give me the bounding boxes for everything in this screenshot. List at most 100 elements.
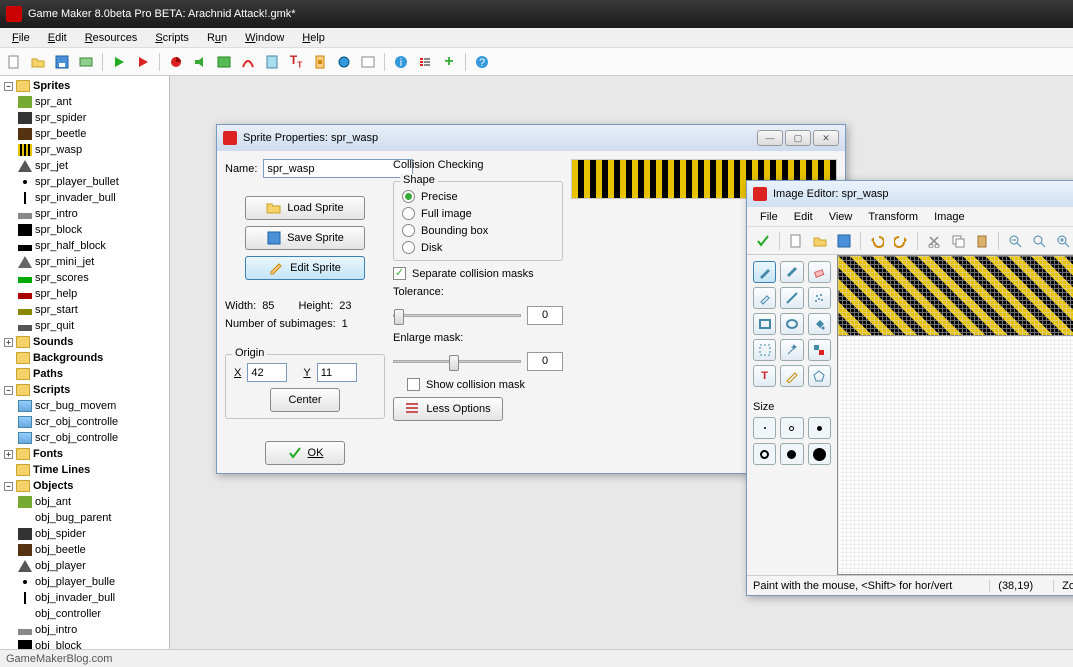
- replace-color-tool[interactable]: [808, 339, 831, 361]
- zoom-actual-icon[interactable]: [1029, 231, 1049, 251]
- origin-y-input[interactable]: [317, 363, 357, 382]
- info-icon[interactable]: i: [391, 52, 411, 72]
- select-tool[interactable]: [753, 339, 776, 361]
- settings-icon[interactable]: [415, 52, 435, 72]
- eyedropper-tool[interactable]: [753, 287, 776, 309]
- save-sprite-button[interactable]: Save Sprite: [245, 226, 365, 250]
- checkbox-show-mask[interactable]: [407, 378, 420, 391]
- menu-scripts[interactable]: Scripts: [147, 30, 197, 46]
- menu-edit[interactable]: Edit: [40, 30, 75, 46]
- fill-tool[interactable]: [808, 313, 831, 335]
- size-3-button[interactable]: [808, 417, 831, 439]
- radio-boundingbox[interactable]: [402, 224, 415, 237]
- menu-file[interactable]: File: [4, 30, 38, 46]
- polygon-tool[interactable]: [808, 365, 831, 387]
- open-icon[interactable]: [810, 231, 830, 251]
- menu-edit[interactable]: Edit: [787, 209, 820, 225]
- dialog-titlebar[interactable]: Image Editor: spr_wasp — ▢ ✕: [747, 181, 1073, 207]
- tolerance-slider[interactable]: [393, 304, 521, 326]
- paste-icon[interactable]: [972, 231, 992, 251]
- tree-item[interactable]: scr_obj_controlle: [2, 430, 169, 446]
- menu-help[interactable]: Help: [294, 30, 333, 46]
- size-1-button[interactable]: [753, 417, 776, 439]
- tree-item[interactable]: spr_player_bullet: [2, 174, 169, 190]
- save-icon[interactable]: [834, 231, 854, 251]
- tree-item[interactable]: obj_bug_parent: [2, 510, 169, 526]
- sound-icon[interactable]: [190, 52, 210, 72]
- tree-item[interactable]: spr_quit: [2, 318, 169, 334]
- text-tool[interactable]: T: [753, 365, 776, 387]
- run-icon[interactable]: [109, 52, 129, 72]
- enlarge-slider[interactable]: [393, 350, 521, 372]
- expand-icon[interactable]: +: [4, 338, 13, 347]
- ok-button[interactable]: OK: [265, 441, 345, 465]
- brush-tool[interactable]: [780, 261, 803, 283]
- size-5-button[interactable]: [780, 443, 803, 465]
- ellipse-tool[interactable]: [780, 313, 803, 335]
- tree-timelines[interactable]: Time Lines: [2, 462, 169, 478]
- background-icon[interactable]: [214, 52, 234, 72]
- cut-icon[interactable]: [924, 231, 944, 251]
- tree-scripts[interactable]: −Scripts: [2, 382, 169, 398]
- expand-icon[interactable]: +: [4, 450, 13, 459]
- rect-tool[interactable]: [753, 313, 776, 335]
- menu-window[interactable]: Window: [237, 30, 292, 46]
- tree-sprites[interactable]: −Sprites: [2, 78, 169, 94]
- tree-item[interactable]: spr_jet: [2, 158, 169, 174]
- object-icon[interactable]: [334, 52, 354, 72]
- checkbox-separate-masks[interactable]: [393, 267, 406, 280]
- pixel-canvas[interactable]: [837, 255, 1073, 575]
- origin-x-input[interactable]: [247, 363, 287, 382]
- new-icon[interactable]: [786, 231, 806, 251]
- tree-item[interactable]: obj_block: [2, 638, 169, 649]
- tree-item[interactable]: spr_help: [2, 286, 169, 302]
- menu-run[interactable]: Run: [199, 30, 235, 46]
- tree-sounds[interactable]: +Sounds: [2, 334, 169, 350]
- tree-item[interactable]: spr_beetle: [2, 126, 169, 142]
- open-icon[interactable]: [28, 52, 48, 72]
- tree-item[interactable]: obj_spider: [2, 526, 169, 542]
- menu-resources[interactable]: Resources: [77, 30, 146, 46]
- tree-item[interactable]: spr_wasp: [2, 142, 169, 158]
- center-button[interactable]: Center: [270, 388, 340, 412]
- size-2-button[interactable]: [780, 417, 803, 439]
- redo-icon[interactable]: [891, 231, 911, 251]
- radio-fullimage[interactable]: [402, 207, 415, 220]
- room-icon[interactable]: [358, 52, 378, 72]
- debug-icon[interactable]: [133, 52, 153, 72]
- tree-item[interactable]: spr_ant: [2, 94, 169, 110]
- new-icon[interactable]: [4, 52, 24, 72]
- undo-icon[interactable]: [867, 231, 887, 251]
- tree-item[interactable]: obj_invader_bull: [2, 590, 169, 606]
- tree-item[interactable]: spr_spider: [2, 110, 169, 126]
- less-options-button[interactable]: Less Options: [393, 397, 503, 421]
- font-icon[interactable]: TT: [286, 52, 306, 72]
- tree-item[interactable]: obj_ant: [2, 494, 169, 510]
- tree-fonts[interactable]: +Fonts: [2, 446, 169, 462]
- load-sprite-button[interactable]: Load Sprite: [245, 196, 365, 220]
- shape-tool[interactable]: [780, 365, 803, 387]
- tolerance-value[interactable]: 0: [527, 306, 563, 325]
- radio-disk[interactable]: [402, 241, 415, 254]
- tree-paths[interactable]: Paths: [2, 366, 169, 382]
- line-tool[interactable]: [780, 287, 803, 309]
- collapse-icon[interactable]: −: [4, 82, 13, 91]
- menu-file[interactable]: File: [753, 209, 785, 225]
- timeline-icon[interactable]: [310, 52, 330, 72]
- copy-icon[interactable]: [948, 231, 968, 251]
- tree-item[interactable]: scr_bug_movem: [2, 398, 169, 414]
- spray-tool[interactable]: [808, 287, 831, 309]
- menu-image[interactable]: Image: [927, 209, 972, 225]
- pencil-tool[interactable]: [753, 261, 776, 283]
- menu-view[interactable]: View: [822, 209, 860, 225]
- tree-objects[interactable]: −Objects: [2, 478, 169, 494]
- tree-item[interactable]: spr_start: [2, 302, 169, 318]
- wand-tool[interactable]: [780, 339, 803, 361]
- minimize-button[interactable]: —: [757, 130, 783, 146]
- size-4-button[interactable]: [753, 443, 776, 465]
- zoom-out-icon[interactable]: [1005, 231, 1025, 251]
- ok-icon[interactable]: [753, 231, 773, 251]
- tree-item[interactable]: obj_player_bulle: [2, 574, 169, 590]
- tree-item[interactable]: scr_obj_controlle: [2, 414, 169, 430]
- tree-item[interactable]: spr_half_block: [2, 238, 169, 254]
